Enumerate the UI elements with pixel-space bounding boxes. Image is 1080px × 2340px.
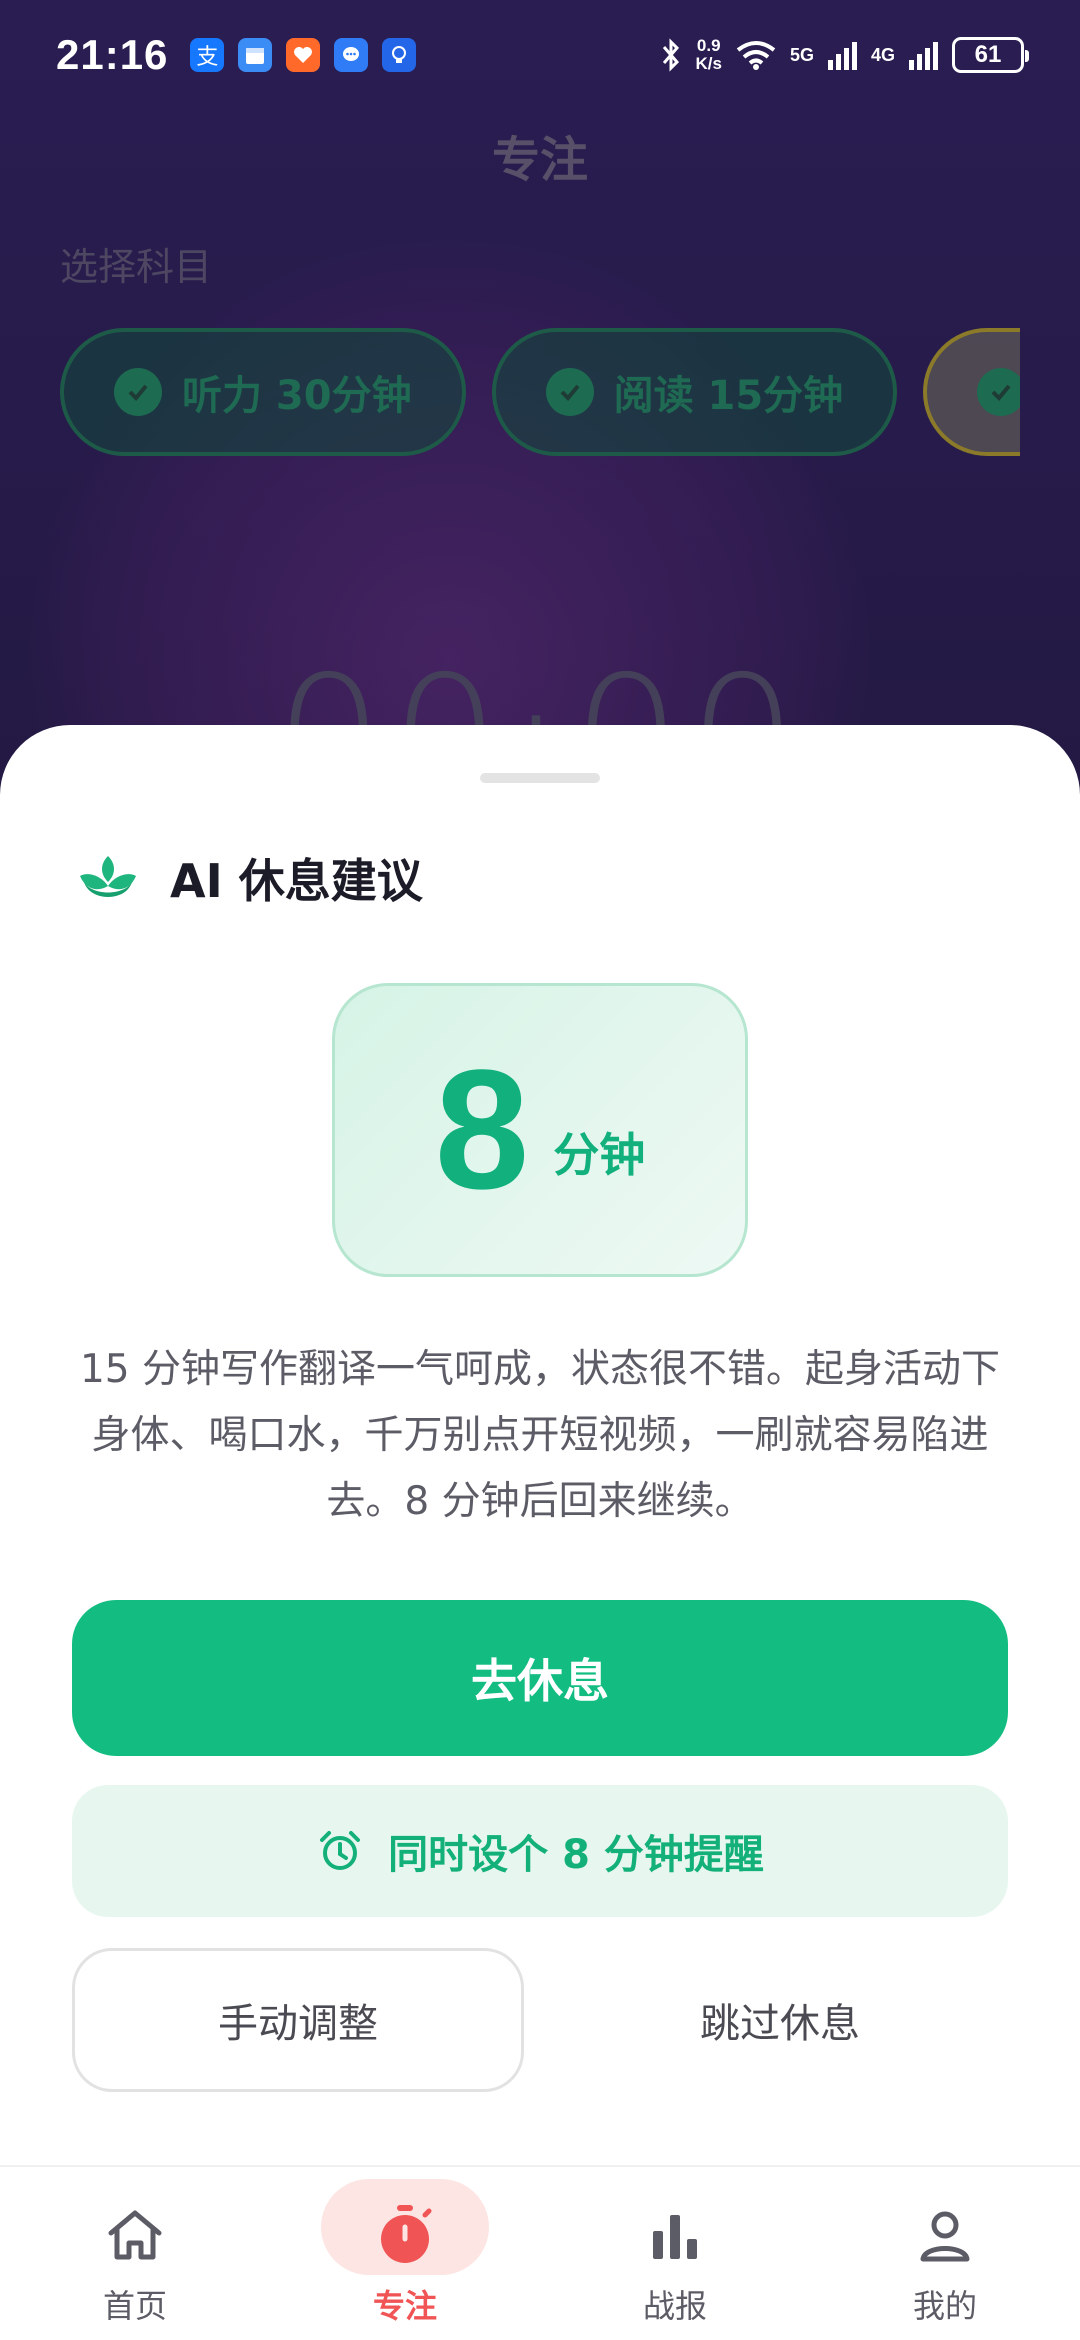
- subject-chips: 听力 30分钟 阅读 15分钟: [60, 328, 1020, 456]
- sheet-header: AI 休息建议: [76, 845, 423, 911]
- signal-4g-bars: [909, 40, 938, 70]
- nav-item-profile[interactable]: 我的: [810, 2167, 1080, 2340]
- check-icon: [114, 368, 162, 416]
- wifi-icon: [736, 41, 776, 70]
- nav-item-focus[interactable]: 专注: [270, 2167, 540, 2340]
- subject-chip-label: 听力 30分钟: [182, 373, 412, 419]
- ai-rest-sheet: AI 休息建议 8 分钟 15 分钟写作翻译一气呵成，状态很不错。起身活动下身体…: [0, 725, 1080, 2165]
- alipay-icon: 支: [190, 38, 225, 72]
- subject-chip[interactable]: 听力 30分钟: [60, 328, 466, 456]
- page-title: 专注: [491, 132, 588, 188]
- check-icon: [977, 368, 1020, 416]
- bottom-nav: 首页 专注 战报 我的: [0, 2165, 1080, 2340]
- network-speed-value: 0.9: [696, 36, 721, 55]
- alarm-clock-icon: [320, 1831, 361, 1870]
- status-indicators: 0.9 K/s 5G 4G 61: [660, 37, 1029, 73]
- sheet-handle[interactable]: [480, 773, 600, 783]
- message-icon: [334, 38, 369, 72]
- secondary-actions: 手动调整 跳过休息: [72, 1948, 1008, 2092]
- calendar-icon: [238, 38, 273, 72]
- status-time: 21:16: [56, 31, 169, 78]
- timer-icon: [373, 2203, 437, 2267]
- bar-chart-icon: [647, 2203, 703, 2267]
- bluetooth-icon: [662, 38, 679, 72]
- check-icon: [545, 368, 594, 416]
- signal-4g-label: 4G: [870, 44, 895, 65]
- status-app-icons: 支: [190, 38, 417, 72]
- nav-label: 我的: [912, 2287, 977, 2325]
- battery-indicator: 61: [952, 37, 1029, 73]
- nav-item-home[interactable]: 首页: [0, 2167, 270, 2340]
- rest-duration-card: 8 分钟: [332, 983, 748, 1277]
- nav-label: 首页: [102, 2287, 167, 2325]
- rest-duration-unit: 分钟: [553, 1128, 646, 1182]
- subject-chip[interactable]: [923, 328, 1020, 456]
- subject-chip[interactable]: 阅读 15分钟: [491, 328, 898, 456]
- go-rest-button[interactable]: 去休息: [72, 1600, 1008, 1756]
- rest-duration-value: 8: [434, 1035, 530, 1225]
- lightbulb-icon: [382, 38, 417, 72]
- subject-chip-label: 阅读 15分钟: [613, 373, 844, 419]
- signal-5g-bars: [827, 40, 857, 70]
- nav-label: 专注: [372, 2287, 437, 2325]
- heart-app-icon: [286, 38, 321, 72]
- sheet-title: AI 休息建议: [170, 854, 423, 908]
- subject-label: 选择科目: [60, 245, 213, 289]
- network-speed: 0.9 K/s: [696, 37, 722, 73]
- manual-adjust-button[interactable]: 手动调整: [72, 1948, 524, 2092]
- nav-label: 战报: [642, 2287, 707, 2325]
- sprout-icon: [80, 856, 136, 897]
- skip-rest-button[interactable]: 跳过休息: [554, 1948, 1006, 2092]
- set-reminder-label: 同时设个 8 分钟提醒: [388, 1832, 764, 1878]
- network-speed-unit: K/s: [695, 54, 722, 73]
- home-icon: [105, 2203, 165, 2267]
- status-bar: 21:16 支 0.9 K/s 5G 4G 61: [0, 0, 1080, 110]
- signal-5g-label: 5G: [789, 44, 814, 65]
- rest-advice-text: 15 分钟写作翻译一气呵成，状态很不错。起身活动下身体、喝口水，千万别点开短视频…: [79, 1347, 1001, 1524]
- nav-item-report[interactable]: 战报: [540, 2167, 810, 2340]
- set-reminder-button[interactable]: 同时设个 8 分钟提醒: [72, 1785, 1008, 1917]
- profile-icon: [917, 2203, 973, 2267]
